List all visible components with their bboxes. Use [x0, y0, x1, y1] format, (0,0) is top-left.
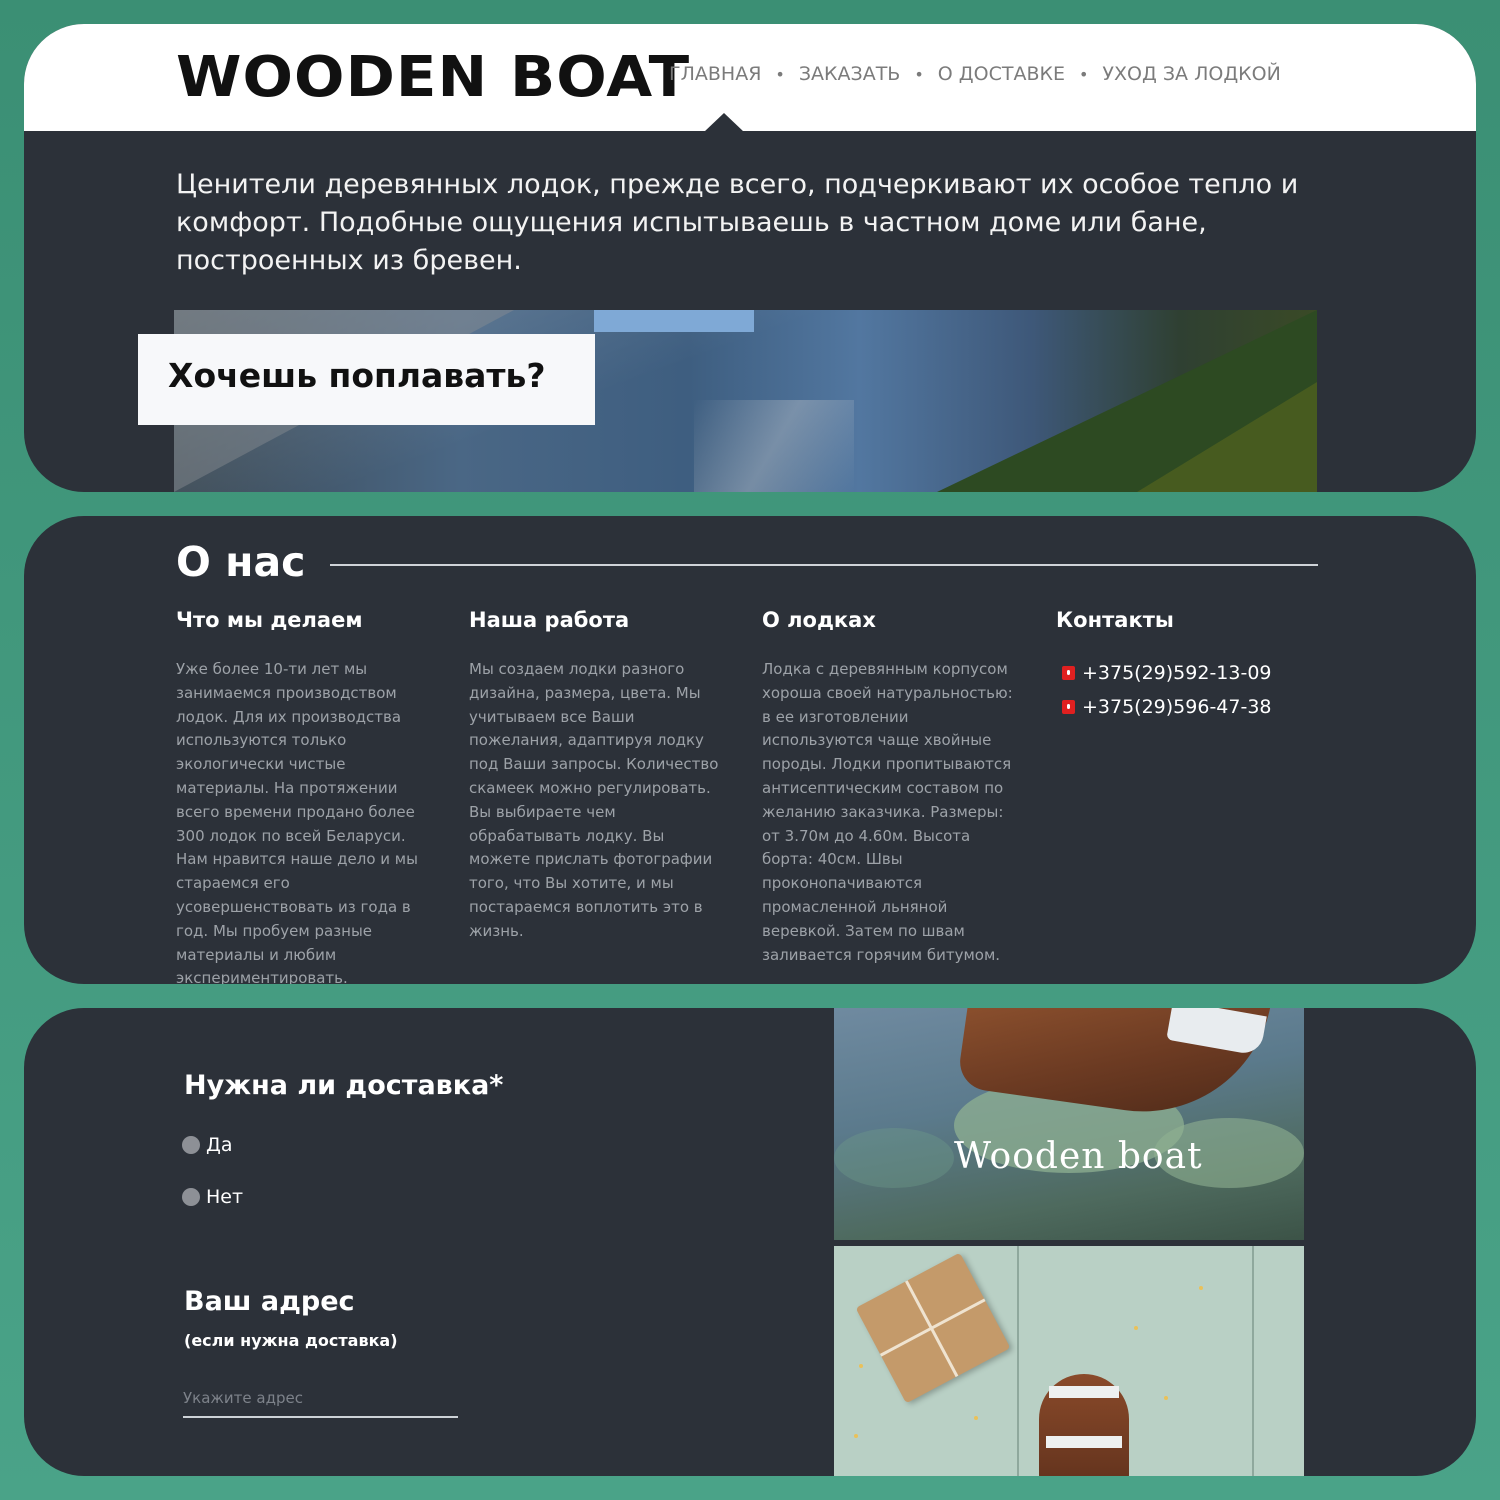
about-column-contacts: Контакты +375(29)592-13-09 +375(29)596-4…	[1056, 608, 1312, 718]
cta-banner[interactable]: Хочешь поплавать?	[138, 334, 595, 425]
about-column-our-work: Наша работа Мы создаем лодки разного диз…	[469, 608, 725, 944]
delivery-option-yes[interactable]: Да	[182, 1134, 233, 1156]
radio-button[interactable]	[182, 1188, 200, 1206]
phone-number: +375(29)596-47-38	[1082, 696, 1272, 718]
gallery-caption: Wooden boat	[954, 1136, 1203, 1177]
main-nav: ГЛАВНАЯ • ЗАКАЗАТЬ • О ДОСТАВКЕ • УХОД З…	[669, 63, 1281, 85]
radio-label: Да	[206, 1134, 233, 1156]
column-text: Уже более 10-ти лет мы занимаемся произв…	[176, 660, 418, 984]
cta-heading: Хочешь поплавать?	[168, 356, 546, 395]
phone-icon	[1062, 700, 1075, 714]
hero-panel: WOODEN BOAT ГЛАВНАЯ • ЗАКАЗАТЬ • О ДОСТА…	[24, 24, 1476, 492]
column-text: Лодка с деревянным корпусом хороша своей…	[762, 660, 1013, 964]
about-panel: О нас Что мы делаем Уже более 10-ти лет …	[24, 516, 1476, 984]
nav-separator: •	[914, 64, 924, 84]
contact-phone-2[interactable]: +375(29)596-47-38	[1062, 696, 1312, 718]
site-header: WOODEN BOAT ГЛАВНАЯ • ЗАКАЗАТЬ • О ДОСТА…	[24, 24, 1476, 131]
nav-item-boat-care[interactable]: УХОД ЗА ЛОДКОЙ	[1102, 63, 1280, 85]
delivery-panel: Нужна ли доставка* Да Нет Ваш адрес (есл…	[24, 1008, 1476, 1476]
boat-lilies-image: Wooden boat	[834, 1008, 1304, 1240]
phone-icon	[1062, 666, 1075, 680]
nav-separator: •	[775, 64, 785, 84]
nav-item-delivery[interactable]: О ДОСТАВКЕ	[938, 63, 1065, 85]
intro-text: Ценители деревянных лодок, прежде всего,…	[176, 169, 1299, 276]
delivery-option-no[interactable]: Нет	[182, 1186, 243, 1208]
column-heading: Что мы делаем	[176, 608, 363, 632]
nav-item-home[interactable]: ГЛАВНАЯ	[669, 63, 761, 85]
title-divider	[330, 564, 1318, 566]
contact-list: +375(29)592-13-09 +375(29)596-47-38	[1062, 662, 1312, 718]
column-text: Мы создаем лодки разного дизайна, размер…	[469, 660, 719, 940]
about-title: О нас	[176, 538, 306, 586]
about-column-boats: О лодках Лодка с деревянным корпусом хор…	[762, 608, 1024, 967]
address-title: Ваш адрес	[184, 1286, 355, 1317]
nav-item-order[interactable]: ЗАКАЗАТЬ	[799, 63, 901, 85]
delivery-question: Нужна ли доставка*	[184, 1070, 504, 1101]
gift-box-icon	[855, 1252, 1011, 1404]
radio-label: Нет	[206, 1186, 244, 1208]
phone-number: +375(29)592-13-09	[1082, 662, 1272, 684]
about-column-what-we-do: Что мы делаем Уже более 10-ти лет мы зан…	[176, 608, 432, 984]
site-logo[interactable]: WOODEN BOAT	[176, 48, 690, 108]
address-input[interactable]	[183, 1380, 458, 1418]
nav-active-caret	[704, 113, 744, 132]
column-heading: Наша работа	[469, 608, 630, 632]
radio-button[interactable]	[182, 1136, 200, 1154]
column-heading: О лодках	[762, 608, 876, 632]
nav-separator: •	[1078, 64, 1089, 84]
column-heading: Контакты	[1056, 608, 1174, 632]
gift-boat-image	[834, 1246, 1304, 1476]
address-note: (если нужна доставка)	[184, 1331, 398, 1350]
contact-phone-1[interactable]: +375(29)592-13-09	[1062, 662, 1312, 684]
